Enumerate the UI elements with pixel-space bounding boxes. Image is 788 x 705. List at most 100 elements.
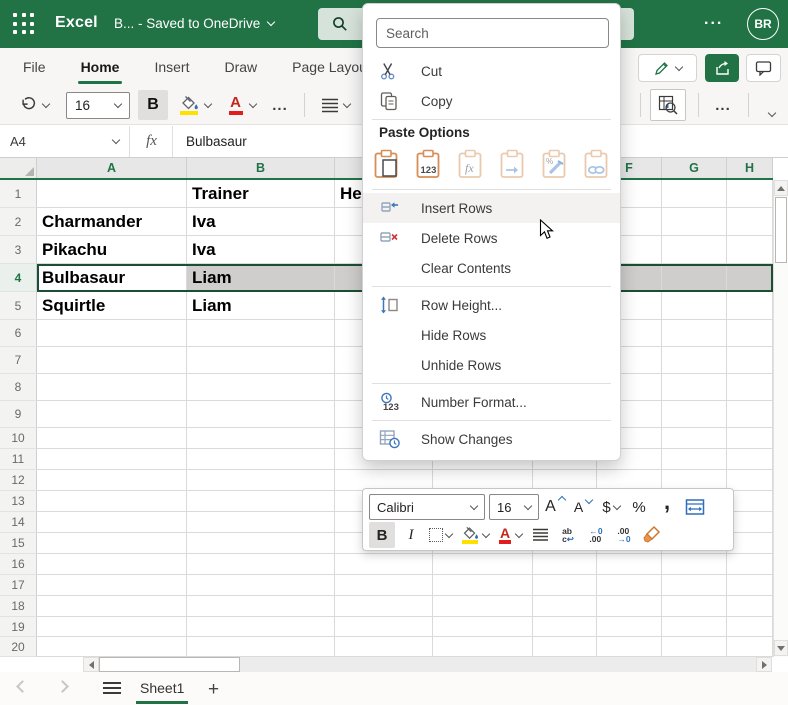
next-sheet-button[interactable] [56,680,69,693]
cell-B6[interactable] [187,320,335,347]
row-header-3[interactable]: 3 [0,236,37,264]
cell-E20[interactable] [533,637,597,657]
ribbon-more-button[interactable]: ... [708,90,738,120]
prev-sheet-button[interactable] [16,680,29,693]
row-header-13[interactable]: 13 [0,491,37,512]
row-header-12[interactable]: 12 [0,470,37,491]
cell-A9[interactable] [37,401,187,428]
cell-A6[interactable] [37,320,187,347]
cell-E18[interactable] [533,596,597,617]
grow-font-button[interactable]: A [543,494,567,520]
menu-item-copy[interactable]: Copy [363,86,620,116]
cell-F20[interactable] [597,637,662,657]
cell-A15[interactable] [37,533,187,554]
row-header-5[interactable]: 5 [0,292,37,320]
app-launcher-icon[interactable] [13,13,35,35]
insert-function-button[interactable]: fx [131,126,173,157]
cell-H5[interactable] [727,292,773,320]
col-header-G[interactable]: G [662,158,727,178]
cell-G6[interactable] [662,320,727,347]
cell-H20[interactable] [727,637,773,657]
borders-button[interactable] [427,522,454,548]
font-color-button[interactable]: A [220,90,262,120]
cell-B5[interactable]: Liam [187,292,335,320]
app-name[interactable]: Excel [55,14,98,32]
analyze-data-button[interactable] [650,89,686,121]
cell-G19[interactable] [662,617,727,637]
row-header-8[interactable]: 8 [0,374,37,401]
cell-D18[interactable] [433,596,533,617]
tab-draw[interactable]: Draw [223,57,258,77]
cell-D16[interactable] [433,554,533,575]
menu-item-clear-contents[interactable]: Clear Contents [363,253,620,283]
col-header-B[interactable]: B [187,158,335,178]
mini-font-name-combo[interactable]: Calibri [369,494,485,520]
row-header-11[interactable]: 11 [0,449,37,470]
cell-B11[interactable] [187,449,335,470]
cell-F18[interactable] [597,596,662,617]
wrap-text-button[interactable]: ab c↩ [556,522,580,548]
cell-A11[interactable] [37,449,187,470]
cell-C16[interactable] [335,554,433,575]
accounting-format-button[interactable]: $ [599,494,623,520]
row-header-9[interactable]: 9 [0,401,37,428]
menu-item-cut[interactable]: Cut [363,56,620,86]
cell-F16[interactable] [597,554,662,575]
row-header-7[interactable]: 7 [0,347,37,374]
cell-C20[interactable] [335,637,433,657]
cell-A14[interactable] [37,512,187,533]
undo-button[interactable] [12,90,56,120]
cell-B16[interactable] [187,554,335,575]
cell-B4[interactable]: Liam [187,264,335,292]
menu-item-unhide-rows[interactable]: Unhide Rows [363,350,620,380]
cell-G17[interactable] [662,575,727,596]
menu-item-insert-rows[interactable]: Insert Rows [363,193,620,223]
sheet-tab[interactable]: Sheet1 [136,678,188,704]
cell-B14[interactable] [187,512,335,533]
cell-G16[interactable] [662,554,727,575]
cell-H4[interactable] [727,264,773,292]
mini-font-size-combo[interactable]: 16 [489,494,539,520]
cell-A7[interactable] [37,347,187,374]
cell-B9[interactable] [187,401,335,428]
row-header-6[interactable]: 6 [0,320,37,347]
document-title[interactable]: B... - Saved to OneDrive [114,16,274,31]
cell-E19[interactable] [533,617,597,637]
cell-H17[interactable] [727,575,773,596]
cell-B20[interactable] [187,637,335,657]
name-box[interactable]: A4 [0,126,130,157]
row-header-16[interactable]: 16 [0,554,37,575]
cell-B19[interactable] [187,617,335,637]
cell-G10[interactable] [662,428,727,449]
cell-H2[interactable] [727,208,773,236]
fill-color-button[interactable] [172,90,216,120]
cell-B7[interactable] [187,347,335,374]
cell-A12[interactable] [37,470,187,491]
cell-A17[interactable] [37,575,187,596]
comma-format-button[interactable]: , [655,494,679,520]
tab-insert[interactable]: Insert [153,57,190,77]
cell-F17[interactable] [597,575,662,596]
avatar[interactable]: BR [747,8,779,40]
cell-B18[interactable] [187,596,335,617]
cell-A5[interactable]: Squirtle [37,292,187,320]
tab-home[interactable]: Home [80,57,121,77]
scroll-left-button[interactable] [83,657,99,672]
cell-A18[interactable] [37,596,187,617]
cell-H11[interactable] [727,449,773,470]
cell-H6[interactable] [727,320,773,347]
sheet-list-menu-button[interactable] [103,682,121,694]
horizontal-scrollbar[interactable] [37,657,772,672]
cell-G2[interactable] [662,208,727,236]
scroll-up-button[interactable] [774,180,788,196]
row-header-15[interactable]: 15 [0,533,37,554]
cell-C18[interactable] [335,596,433,617]
tab-file[interactable]: File [22,57,47,77]
font-overflow-button[interactable]: ... [266,90,294,120]
cell-B15[interactable] [187,533,335,554]
cell-B10[interactable] [187,428,335,449]
row-header-14[interactable]: 14 [0,512,37,533]
col-header-A[interactable]: A [37,158,187,178]
select-all-corner[interactable] [0,158,37,178]
editing-mode-button[interactable] [638,54,697,82]
